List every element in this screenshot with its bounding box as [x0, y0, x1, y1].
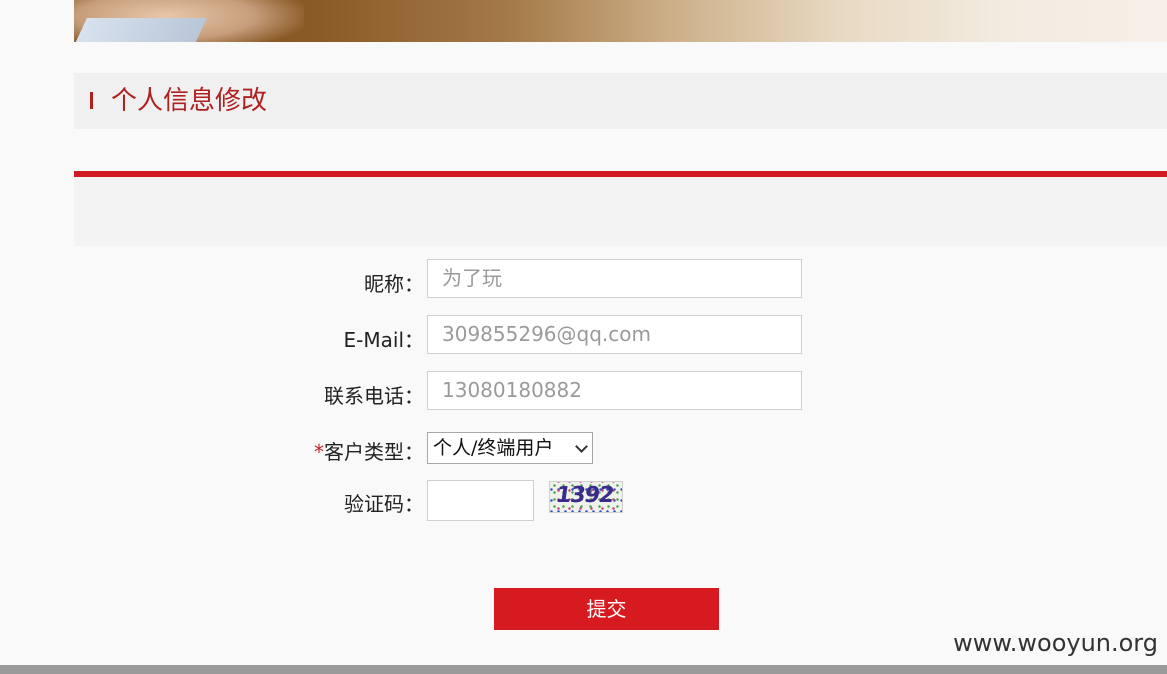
captcha-image-text: 1392 [554, 483, 615, 508]
customer-type-label: 客户类型： [324, 440, 424, 464]
footer-bar [0, 665, 1167, 674]
header-banner [74, 0, 1167, 42]
email-input[interactable]: 309855296@qq.com [427, 315, 802, 354]
banner-cuff-image [74, 18, 207, 42]
gray-band [74, 177, 1167, 246]
nickname-input[interactable]: 为了玩 [427, 259, 802, 298]
section-header: 个人信息修改 [74, 73, 1167, 129]
captcha-label: 验证码： [344, 492, 424, 516]
watermark: www.wooyun.org [953, 629, 1158, 657]
page-title: 个人信息修改 [111, 86, 268, 116]
captcha-input[interactable] [427, 480, 534, 521]
customer-type-select[interactable]: 个人/终端用户 [427, 432, 593, 464]
phone-input[interactable]: 13080180882 [427, 371, 802, 410]
chevron-down-icon [575, 440, 588, 453]
captcha-image[interactable]: 1392 [549, 481, 623, 513]
customer-type-label-row: *客户类型： [314, 436, 424, 465]
submit-button[interactable]: 提交 [494, 588, 719, 630]
customer-type-selected: 个人/终端用户 [433, 437, 554, 459]
required-mark: * [314, 440, 324, 464]
email-label: E-Mail： [343, 328, 424, 352]
phone-label: 联系电话： [324, 384, 424, 408]
title-marker [90, 92, 93, 109]
nickname-label: 昵称： [364, 272, 424, 296]
